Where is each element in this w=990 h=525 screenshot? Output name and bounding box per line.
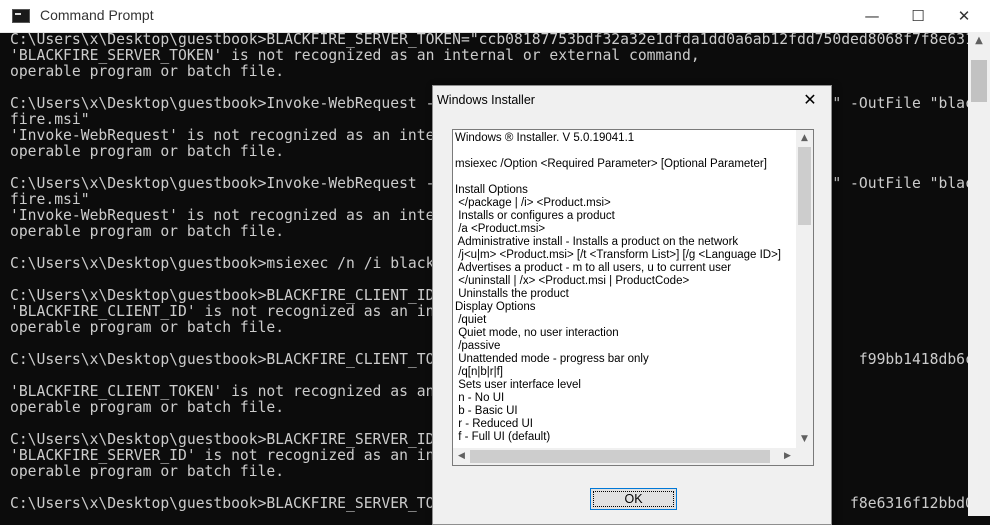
help-text-line: Advertises a product - m to all users, u… [455,262,732,274]
help-text-line: /j<u|m> <Product.msi> [/t <Transform Lis… [455,249,782,261]
help-text-box[interactable]: Windows ® Installer. V 5.0.19041.1 msiexe… [452,129,814,466]
help-text-line: </uninstall | /x> <Product.msi | Product… [455,275,690,287]
console-line: fire.msi" [10,191,90,208]
help-text-line: </package | /i> <Product.msi> [455,197,611,209]
scrollbar-corner [796,448,813,465]
console-line: 'Invoke-WebRequest' is not recognized as… [10,127,470,144]
console-line: C:\Users\x\Desktop\guestbook>BLACKFIRE_C… [10,287,479,304]
help-text-line: Uninstalls the product [455,288,569,300]
cmd-icon [12,9,30,23]
console-line: C:\Users\x\Desktop\guestbook>BLACKFIRE_S… [10,32,968,48]
help-text-line: Display Options [455,301,536,313]
console-line: operable program or batch file. [10,223,285,240]
help-text-line: Windows ® Installer. V 5.0.19041.1 [455,132,635,144]
help-text-line: r - Reduced UI [455,418,533,430]
console-scroll-thumb[interactable] [971,60,987,102]
help-text-line: /quiet [455,314,487,326]
help-text-line: /q[n|b|r|f] [455,366,503,378]
horizontal-scroll-thumb[interactable] [470,450,770,463]
vertical-scroll-thumb[interactable] [798,147,811,225]
console-line: operable program or batch file. [10,399,285,416]
console-line: 'BLACKFIRE_SERVER_TOKEN' is not recogniz… [10,47,700,64]
console-line: operable program or batch file. [10,143,285,160]
help-text-line: /passive [455,340,501,352]
scroll-up-icon[interactable]: ▲ [968,32,990,50]
console-line: C:\Users\x\Desktop\guestbook>BLACKFIRE_S… [10,431,479,448]
scroll-right-arrow-icon[interactable]: ▶ [779,448,796,465]
console-line: operable program or batch file. [10,63,285,80]
console-line: 'BLACKFIRE_SERVER_ID' is not recognized … [10,447,479,464]
help-text-line: b - Basic UI [455,405,518,417]
console-line: operable program or batch file. [10,463,285,480]
help-text-line [455,171,795,184]
console-line: 'BLACKFIRE_CLIENT_TOKEN' is not recogniz… [10,383,479,400]
close-button[interactable]: ✕ [941,0,987,32]
dialog-close-button[interactable]: ✕ [793,86,827,114]
console-line: fire.msi" [10,111,90,128]
title-bar[interactable]: Command Prompt — ☐ ✕ [0,0,990,33]
windows-installer-dialog: Windows Installer ✕ Windows ® Installer.… [432,85,832,525]
maximize-button[interactable]: ☐ [895,0,941,32]
help-text-line: n - No UI [455,392,505,404]
help-text-line: Installs or configures a product [455,210,615,222]
console-line: C:\Users\x\Desktop\guestbook>msiexec /n … [10,255,479,272]
console-line: 'BLACKFIRE_CLIENT_ID' is not recognized … [10,303,479,320]
scroll-left-arrow-icon[interactable]: ◀ [453,448,470,465]
help-text-vertical-scrollbar[interactable]: ▲ ▼ [796,130,813,448]
minimize-button[interactable]: — [849,0,895,32]
help-text-line: f - Full UI (default) [455,431,551,443]
help-text-line: Install Options [455,184,528,196]
console-line: operable program or batch file. [10,319,285,336]
help-text-line: Sets user interface level [455,379,581,391]
help-text: Windows ® Installer. V 5.0.19041.1 msiexe… [455,132,795,444]
dialog-title: Windows Installer [437,93,535,107]
window-title: Command Prompt [40,7,154,23]
ok-button[interactable]: OK [590,488,677,510]
console-line: 'Invoke-WebRequest' is not recognized as… [10,207,470,224]
help-text-line: Unattended mode - progress bar only [455,353,649,365]
help-text-line: Quiet mode, no user interaction [455,327,619,339]
help-text-horizontal-scrollbar[interactable]: ◀ ▶ [453,448,796,465]
help-text-line: Administrative install - Installs a prod… [455,236,739,248]
console-scrollbar[interactable]: ▲ [968,32,990,516]
help-text-line: msiexec /Option <Required Parameter> [Op… [455,158,767,170]
help-text-line: /a <Product.msi> [455,223,546,235]
help-text-line [455,145,795,158]
scroll-up-arrow-icon[interactable]: ▲ [796,130,813,147]
scroll-down-arrow-icon[interactable]: ▼ [796,431,813,448]
